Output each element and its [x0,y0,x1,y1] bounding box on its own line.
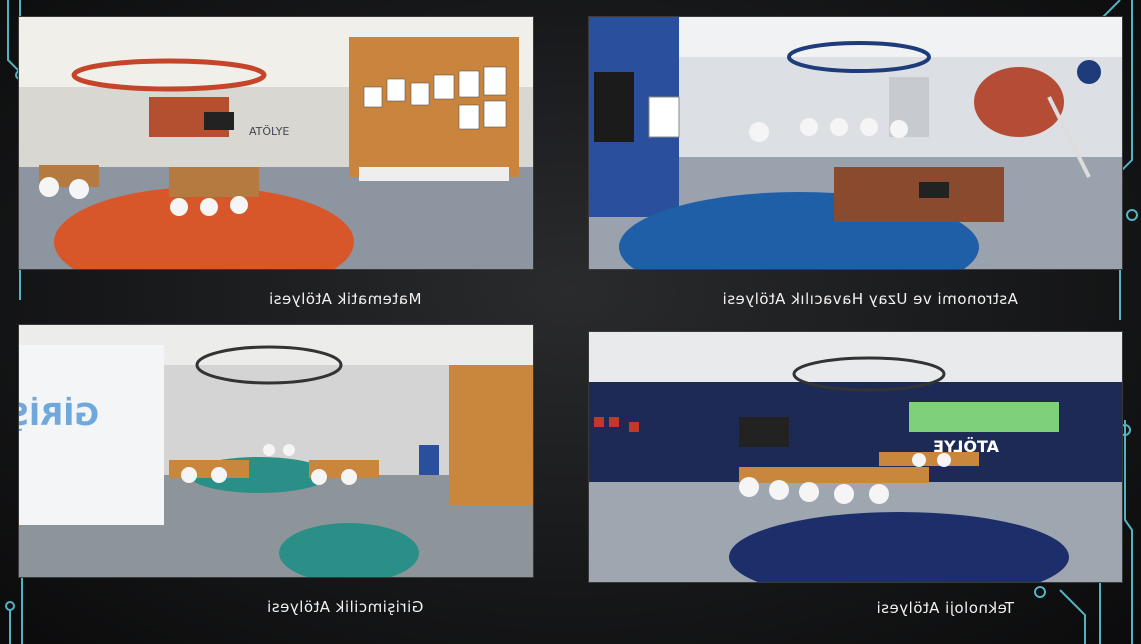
classroom-image: ATÖLYE [589,332,1122,582]
photo-teknoloji-workshop: ATÖLYE [588,331,1123,583]
photo-astronomi-workshop [588,16,1123,270]
classroom-image [589,17,1122,269]
classroom-image: ATÖLYE [19,17,533,269]
classroom-image: GİRİŞİMCİ [19,325,533,577]
wall-text: ATÖLYE [249,125,289,138]
presentation-slide: ATÖLYE GİRİ ATÖLYE Matematik Atölyesi As… [0,0,1141,644]
photo-girisimcilik-workshop: GİRİŞİMCİ [18,324,534,578]
caption-matematik: Matematik Atölyesi [268,290,422,308]
photo-matematik-workshop: ATÖLYE [18,16,534,270]
caption-teknoloji: Teknoloji Atölyesi [876,599,1014,617]
caption-girisimcilik: Girişimcilik Atölyesi [266,598,424,616]
wall-text: GİRİŞİMCİ [19,397,99,433]
caption-astronomi: Astronomi ve Uzay Havacılık Atölyesi [722,290,1018,308]
